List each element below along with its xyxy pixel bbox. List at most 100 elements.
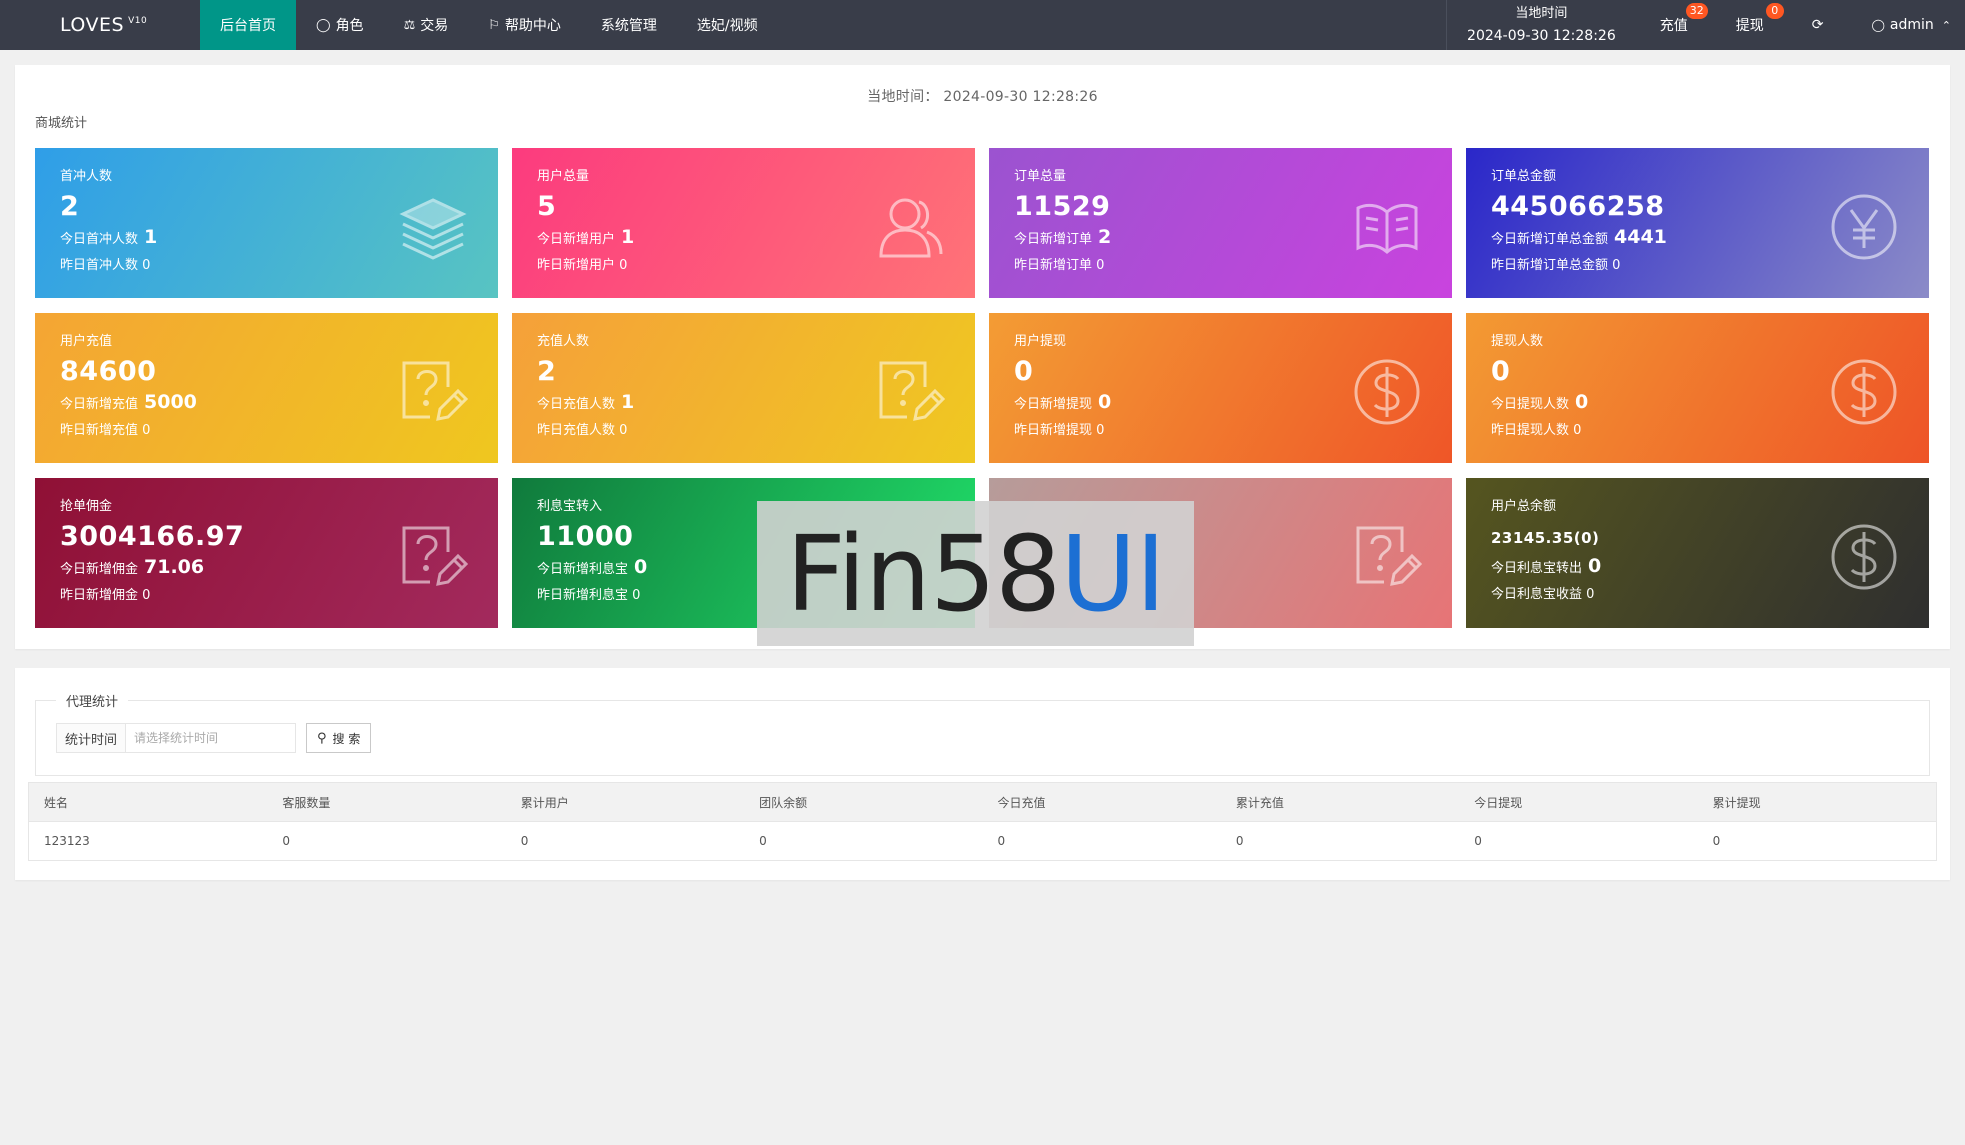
- filter-label: 统计时间: [56, 723, 127, 753]
- column-header[interactable]: 团队余额: [744, 794, 982, 811]
- search-button[interactable]: ⚲ 搜 索: [306, 723, 372, 753]
- card-title: 用户总量: [537, 169, 590, 184]
- yen-icon: [1829, 192, 1899, 262]
- question-edit-icon: [875, 357, 946, 427]
- agent-table: 姓名 客服数量 累计用户 团队余额 今日充值 累计充值 今日提现 累计提现 12…: [28, 782, 1937, 861]
- stat-card-recharge-users[interactable]: 充值人数 2 今日充值人数 1 昨日充值人数 0: [512, 313, 975, 463]
- top-navbar: LOVES V10 后台首页 ◯ 角色 ⚖ 交易 ⚐ 帮助中心 系统管理 选妃/…: [0, 0, 1965, 50]
- recharge-label: 充值: [1659, 18, 1688, 34]
- card-title: 用户总余额: [1491, 499, 1557, 514]
- card-title: 充值人数: [537, 334, 590, 349]
- card-title: 订单总量: [1014, 169, 1067, 184]
- card-title: 订单总金额: [1491, 169, 1557, 184]
- watermark-text: Fin58: [785, 512, 1061, 635]
- nav-item-system[interactable]: 系统管理: [581, 0, 677, 50]
- column-header[interactable]: 累计充值: [1221, 794, 1459, 811]
- nav-item-video[interactable]: 选妃/视频: [677, 0, 778, 50]
- stat-card-user-recharge[interactable]: 用户充值 84600 今日新增充值 5000 昨日新增充值 0: [35, 313, 498, 463]
- withdraw-label: 提现: [1735, 18, 1764, 34]
- stat-card-total-balance[interactable]: 用户总余额 23145.35(0) 今日利息宝转出 0 今日利息宝收益 0: [1466, 478, 1929, 628]
- stat-time-input[interactable]: [126, 723, 297, 753]
- watermark: Fin58 UI: [757, 501, 1194, 646]
- column-header[interactable]: 累计用户: [506, 794, 744, 811]
- table-cell: 0: [1712, 834, 1721, 848]
- table-row[interactable]: 123123 0 0 0 0 0 0 0: [29, 822, 1936, 860]
- recharge-badge: 32: [1685, 3, 1708, 19]
- stat-card-withdraw-users[interactable]: 提现人数 0 今日提现人数 0 昨日提现人数 0: [1466, 313, 1929, 463]
- layers-icon: [398, 192, 468, 262]
- flag-icon: ⚐: [488, 17, 500, 33]
- nav-item-label: 交易: [420, 18, 449, 34]
- filter-bar: 统计时间 ⚲ 搜 索: [56, 723, 372, 753]
- table-cell: 0: [1474, 834, 1482, 848]
- user-menu[interactable]: ◯ admin ⌃: [1847, 0, 1965, 50]
- section-title: 商城统计: [35, 116, 88, 131]
- users-icon: [875, 192, 945, 262]
- stat-card-commission[interactable]: 抢单佣金 3004166.97 今日新增佣金 71.06 昨日新增佣金 0: [35, 478, 498, 628]
- recharge-button[interactable]: 充值 32: [1636, 0, 1712, 50]
- local-time-text: 当地时间： 2024-09-30 12:28:26: [867, 89, 1098, 105]
- stat-card-order-amount[interactable]: 订单总金额 445066258 今日新增订单总金额 4441 昨日新增订单总金额 …: [1466, 148, 1929, 298]
- nav-item-label: 角色: [335, 18, 364, 34]
- card-title: 用户充值: [60, 334, 113, 349]
- column-header[interactable]: 姓名: [29, 794, 267, 811]
- refresh-button[interactable]: ⟳: [1788, 0, 1848, 50]
- nav-item-trade[interactable]: ⚖ 交易: [384, 0, 469, 50]
- card-title: 提现人数: [1491, 334, 1544, 349]
- chevron-up-icon: ⌃: [1941, 18, 1951, 32]
- table-header: 姓名 客服数量 累计用户 团队余额 今日充值 累计充值 今日提现 累计提现: [29, 783, 1936, 822]
- search-icon: ⚲: [317, 730, 327, 746]
- search-label: 搜 索: [332, 731, 361, 746]
- dollar-icon: [1829, 357, 1899, 427]
- refresh-icon: ⟳: [1811, 17, 1824, 33]
- table-cell: 123123: [44, 834, 90, 848]
- withdraw-button[interactable]: 提现 0: [1712, 0, 1788, 50]
- card-title: 用户提现: [1014, 334, 1067, 349]
- agent-filter-fieldset: 代理统计 统计时间 ⚲ 搜 索: [35, 691, 1930, 776]
- time-value: 2024-09-30 12:28:26: [1467, 28, 1616, 44]
- table-cell: 0: [1235, 834, 1244, 848]
- nav-item-help[interactable]: ⚐ 帮助中心: [468, 0, 581, 50]
- time-label: 当地时间: [1515, 6, 1568, 21]
- column-header[interactable]: 今日充值: [983, 794, 1221, 811]
- nav-item-label: 帮助中心: [504, 18, 561, 34]
- table-cell: 0: [520, 834, 529, 848]
- user-icon: ◯: [316, 17, 331, 33]
- column-header[interactable]: 今日提现: [1459, 794, 1697, 811]
- stat-card-first-recharge[interactable]: 首冲人数 2 今日首冲人数 1 昨日首冲人数 0: [35, 148, 498, 298]
- dollar-icon: [1829, 522, 1899, 592]
- user-icon: ◯: [1871, 18, 1885, 32]
- column-header[interactable]: 客服数量: [267, 794, 505, 811]
- question-edit-icon: [398, 357, 469, 427]
- question-edit-icon: [398, 522, 469, 592]
- nav-item-home[interactable]: 后台首页: [200, 0, 296, 50]
- stat-card-total-orders[interactable]: 订单总量 11529 今日新增订单 2 昨日新增订单 0: [989, 148, 1452, 298]
- stat-card-user-withdraw[interactable]: 用户提现 0 今日新增提现 0 昨日新增提现 0: [989, 313, 1452, 463]
- book-icon: [1352, 192, 1422, 262]
- logo[interactable]: LOVES V10: [0, 0, 200, 50]
- agent-legend: 代理统计: [56, 691, 129, 710]
- dollar-icon: [1352, 357, 1422, 427]
- top-right-area: 当地时间 2024-09-30 12:28:26 充值 32 提现 0 ⟳ ◯ …: [1446, 0, 1965, 50]
- scale-icon: ⚖: [403, 17, 416, 33]
- user-name: admin: [1889, 17, 1934, 33]
- logo-text: LOVES: [60, 14, 125, 36]
- withdraw-badge: 0: [1765, 3, 1784, 19]
- nav-item-roles[interactable]: ◯ 角色: [296, 0, 384, 50]
- table-cell: 0: [759, 834, 767, 848]
- local-time-box: 当地时间 2024-09-30 12:28:26: [1446, 0, 1636, 50]
- nav-item-label: 后台首页: [220, 18, 276, 34]
- main-nav: 后台首页 ◯ 角色 ⚖ 交易 ⚐ 帮助中心 系统管理 选妃/视频: [200, 0, 778, 50]
- table-cell: 0: [997, 834, 1006, 848]
- card-title: 抢单佣金: [60, 499, 113, 514]
- watermark-text-blue: UI: [1060, 512, 1166, 635]
- card-title: 首冲人数: [60, 169, 113, 184]
- agent-stats-panel: 代理统计 统计时间 ⚲ 搜 索 姓名 客服数量 累计用户 团队余额 今日充值 累…: [15, 668, 1950, 880]
- table-cell: 0: [282, 834, 291, 848]
- nav-item-label: 系统管理: [600, 18, 657, 34]
- question-edit-icon: [1352, 522, 1423, 592]
- stat-card-total-users[interactable]: 用户总量 5 今日新增用户 1 昨日新增用户 0: [512, 148, 975, 298]
- column-header[interactable]: 累计提现: [1698, 794, 1936, 811]
- logo-version: V10: [128, 16, 148, 26]
- nav-item-label: 选妃/视频: [696, 18, 758, 34]
